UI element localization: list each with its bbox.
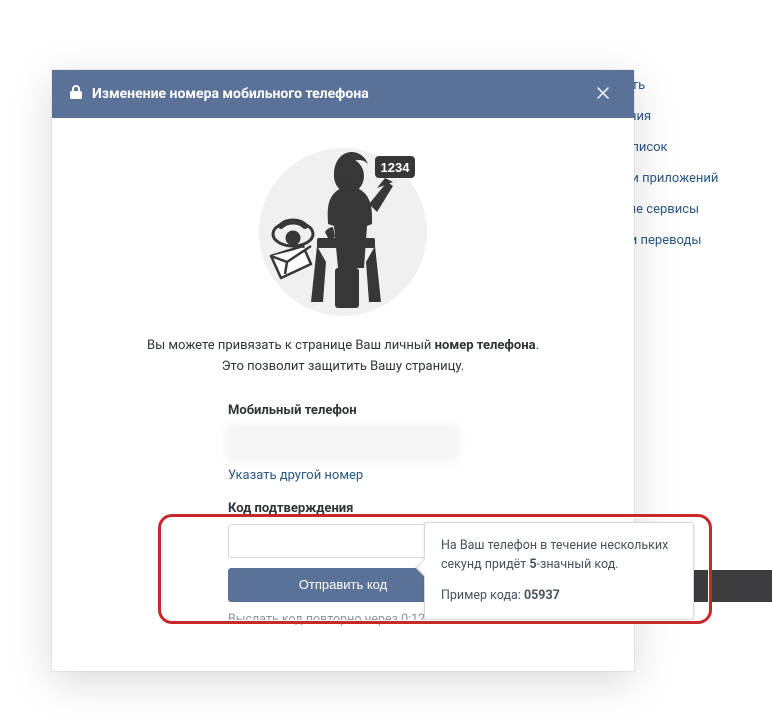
desc-prefix: Вы можете привязать к странице Ваш личны… (147, 338, 435, 353)
desc-bold: номер телефона (435, 338, 536, 353)
desc-line2: Это позволит защитить Вашу страницу. (222, 359, 464, 374)
tooltip-digit: 5 (529, 557, 536, 572)
phone-row: Мобильный телефон Указать другой номер (228, 403, 458, 483)
phone-input[interactable] (228, 426, 458, 460)
close-icon[interactable] (590, 80, 616, 109)
tooltip-example-label: Пример кода: (441, 588, 524, 603)
illustration: 1234 (259, 148, 427, 316)
description: Вы можете привязать к странице Ваш личны… (92, 336, 594, 378)
tooltip-suffix: -значный код. (537, 557, 619, 572)
svg-text:1234: 1234 (381, 160, 411, 175)
modal-header: Изменение номера мобильного телефона (52, 70, 634, 118)
modal-title: Изменение номера мобильного телефона (92, 86, 590, 102)
tooltip-example: Пример кода: 05937 (441, 587, 677, 606)
code-tooltip: На Ваш телефон в течение нескольких секу… (424, 522, 694, 620)
phone-label: Мобильный телефон (228, 403, 458, 418)
tooltip-text: На Ваш телефон в течение нескольких секу… (441, 537, 677, 575)
desc-suffix: . (536, 338, 539, 353)
tooltip-example-code: 05937 (524, 588, 560, 603)
lock-icon (70, 85, 82, 103)
code-label: Код подтверждения (228, 501, 458, 516)
another-number-link[interactable]: Указать другой номер (228, 468, 363, 483)
